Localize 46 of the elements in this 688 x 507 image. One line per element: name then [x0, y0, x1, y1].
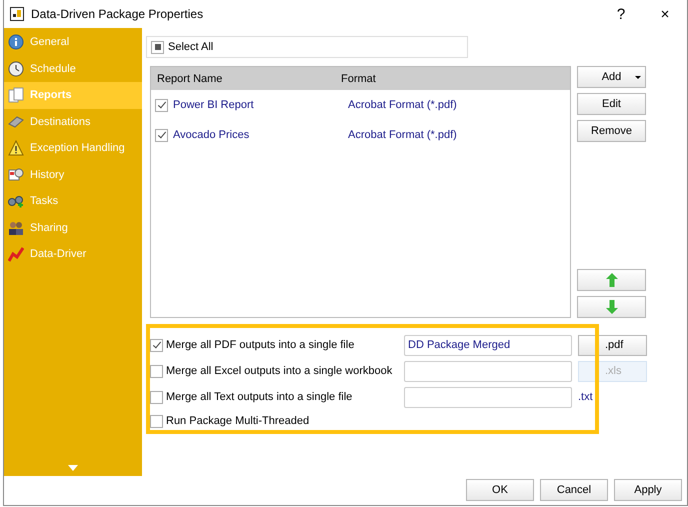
checkbox[interactable]: [150, 414, 163, 428]
info-icon: [8, 34, 24, 50]
column-header[interactable]: Format: [335, 72, 376, 84]
column-header[interactable]: Report Name: [151, 72, 335, 84]
option-label: Run Package Multi-Threaded: [166, 415, 310, 427]
extension-button[interactable]: .pdf: [578, 334, 647, 356]
calendar-icon: [8, 166, 24, 183]
app-logo-icon: [10, 7, 24, 21]
checkbox[interactable]: [151, 40, 164, 54]
checkbox[interactable]: [150, 338, 163, 352]
table-cell-text: Avocado Prices: [172, 129, 250, 141]
action-button[interactable]: Remove: [577, 120, 646, 142]
dialog-button[interactable]: Apply: [614, 479, 682, 501]
table-cell: Acrobat Format (*.pdf): [348, 129, 457, 141]
binoculars-icon: [8, 193, 24, 210]
table-cell-text: Power BI Report: [172, 99, 255, 111]
file-name-field[interactable]: DD Package Merged: [404, 334, 572, 356]
option-label: Merge all PDF outputs into a single file: [166, 339, 356, 351]
arrow-up-icon: [606, 273, 618, 287]
dialog-button[interactable]: Cancel: [540, 479, 608, 501]
clock-icon: [8, 60, 24, 77]
action-button[interactable]: Edit: [577, 93, 646, 115]
file-name-field[interactable]: [404, 360, 572, 382]
extension-label: .txt: [578, 391, 593, 403]
move-up-button[interactable]: [577, 269, 646, 291]
warning-icon: [8, 140, 24, 156]
people-icon: [8, 220, 24, 236]
table-cell: Acrobat Format (*.pdf): [348, 99, 457, 111]
window-title: Data-Driven Package Properties: [31, 7, 204, 21]
select-all-label[interactable]: Select All: [168, 41, 214, 53]
checkbox[interactable]: [150, 364, 163, 378]
file-name-field[interactable]: [404, 386, 572, 408]
action-button[interactable]: Add: [577, 66, 646, 88]
chart-icon: [8, 246, 24, 262]
scroll-down-icon[interactable]: [68, 465, 78, 471]
dialog-button[interactable]: OK: [466, 479, 534, 501]
option-label: Merge all Excel outputs into a single workbook: [166, 365, 394, 377]
help-button[interactable]: ?: [599, 2, 643, 26]
checkbox[interactable]: [155, 128, 168, 142]
close-button[interactable]: ×: [643, 2, 687, 26]
checkbox[interactable]: [155, 98, 168, 112]
arrow-down-icon: [606, 300, 618, 314]
option-label: Merge all Text outputs into a single file: [166, 391, 354, 403]
checkbox[interactable]: [150, 390, 163, 404]
pages-icon: [8, 87, 24, 104]
move-down-button[interactable]: [577, 296, 646, 318]
